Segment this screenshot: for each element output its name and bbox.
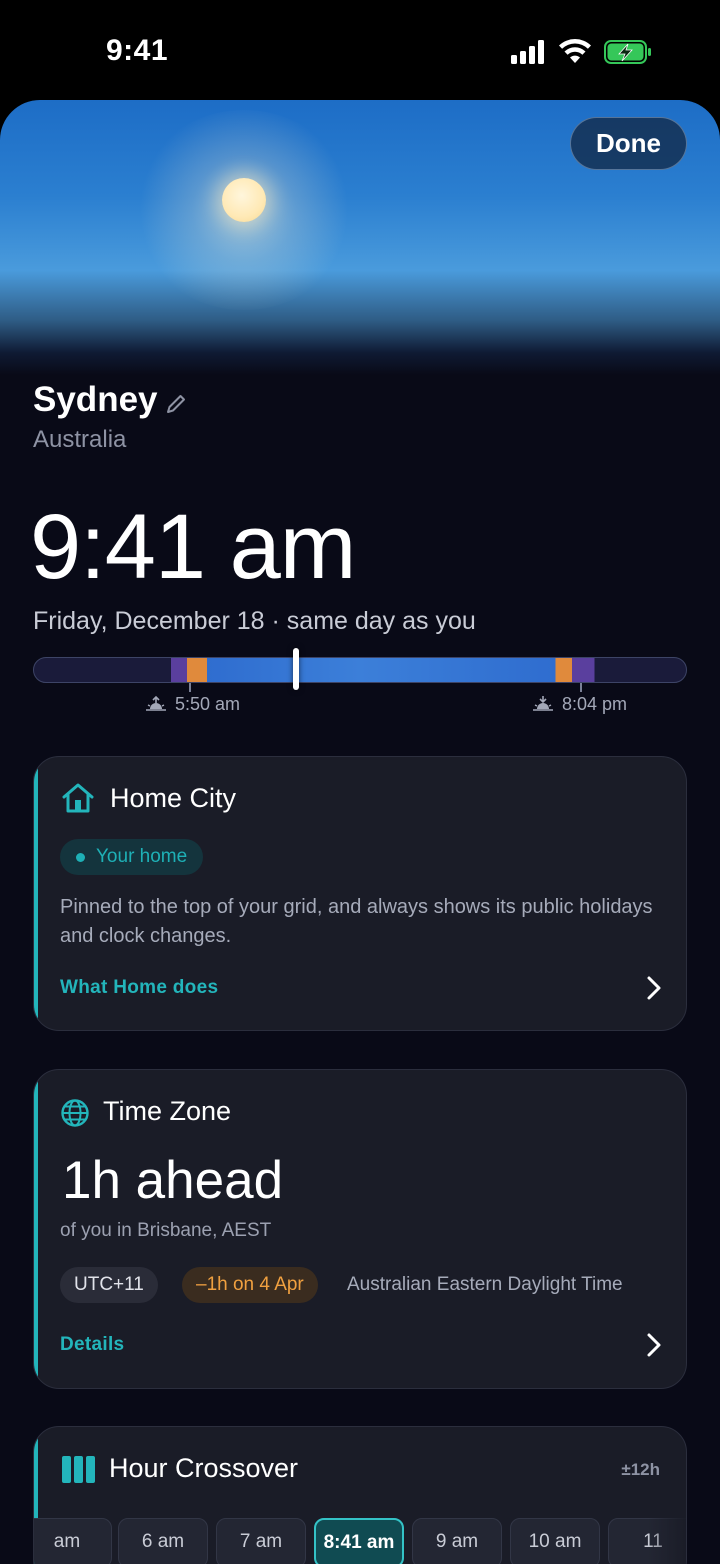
home-city-card: Home City Your home Pinned to the top of… — [33, 756, 687, 1031]
crossover-range: ±12h — [621, 1460, 660, 1479]
date-line: Friday, December 18 · same day as you — [33, 607, 476, 635]
status-time: 9:41 — [106, 34, 169, 67]
hour-cell[interactable]: 6 am — [118, 1518, 208, 1564]
sunset-label: 8:04 pm — [532, 694, 627, 715]
city-detail-sheet: Done Sydney Australia 9:41 am Friday, De… — [0, 100, 720, 1564]
now-marker — [293, 648, 299, 690]
cellular-signal-icon — [511, 40, 547, 64]
hour-cell[interactable]: 7 am — [216, 1518, 306, 1564]
hour-strip-fade — [648, 1518, 686, 1564]
your-home-badge: Your home — [60, 839, 204, 875]
utc-offset-chip: UTC+11 — [60, 1267, 158, 1303]
status-bar: 9:41 — [0, 0, 720, 100]
offset-subline: of you in Brisbane, AEST — [60, 1220, 272, 1241]
what-home-does-link[interactable]: What Home does — [60, 977, 218, 999]
dst-change-chip: –1h on 4 Apr — [182, 1267, 318, 1303]
sunset-tick — [580, 683, 582, 692]
home-card-title: Home City — [110, 783, 237, 813]
sunrise-icon — [146, 695, 166, 711]
hour-cell[interactable]: am — [34, 1518, 112, 1564]
city-name: Sydney — [33, 380, 158, 419]
time-zone-card-title: Time Zone — [103, 1096, 232, 1126]
chevron-right-icon[interactable] — [646, 975, 662, 1001]
hour-cell[interactable]: 10 am — [510, 1518, 600, 1564]
sunrise-label: 5:50 am — [145, 694, 240, 715]
hour-crossover-card: Hour Crossover ±12h am 6 am 7 am 8:41 am… — [33, 1426, 687, 1564]
details-link[interactable]: Details — [60, 1334, 124, 1356]
home-card-description: Pinned to the top of your grid, and alwa… — [60, 896, 653, 947]
current-time: 9:41 am — [30, 496, 356, 598]
wifi-icon — [559, 39, 591, 63]
country-name: Australia — [33, 426, 127, 453]
globe-icon — [61, 1099, 89, 1127]
offset-headline: 1h ahead — [62, 1151, 284, 1210]
edit-pencil-icon[interactable] — [165, 393, 187, 415]
hour-strip[interactable]: am 6 am 7 am 8:41 am 9 am 10 am 11 — [34, 1518, 686, 1564]
sunset-icon — [533, 696, 553, 711]
time-zone-name: Australian Eastern Daylight Time — [347, 1274, 623, 1295]
sunrise-tick — [189, 683, 191, 692]
hour-cell-selected[interactable]: 8:41 am — [314, 1518, 404, 1564]
chevron-right-icon[interactable] — [646, 1332, 662, 1358]
daylight-bar — [33, 657, 687, 683]
battery-charging-icon — [604, 40, 651, 64]
time-zone-card: Time Zone 1h ahead of you in Brisbane, A… — [33, 1069, 687, 1389]
house-icon — [62, 783, 94, 813]
columns-icon — [62, 1456, 95, 1483]
hour-cell[interactable]: 9 am — [412, 1518, 502, 1564]
done-button[interactable]: Done — [570, 117, 687, 170]
hour-crossover-title: Hour Crossover — [109, 1453, 299, 1483]
sunset-time: 8:04 pm — [562, 694, 628, 714]
sun-icon — [222, 178, 266, 222]
sunrise-time: 5:50 am — [175, 694, 241, 714]
